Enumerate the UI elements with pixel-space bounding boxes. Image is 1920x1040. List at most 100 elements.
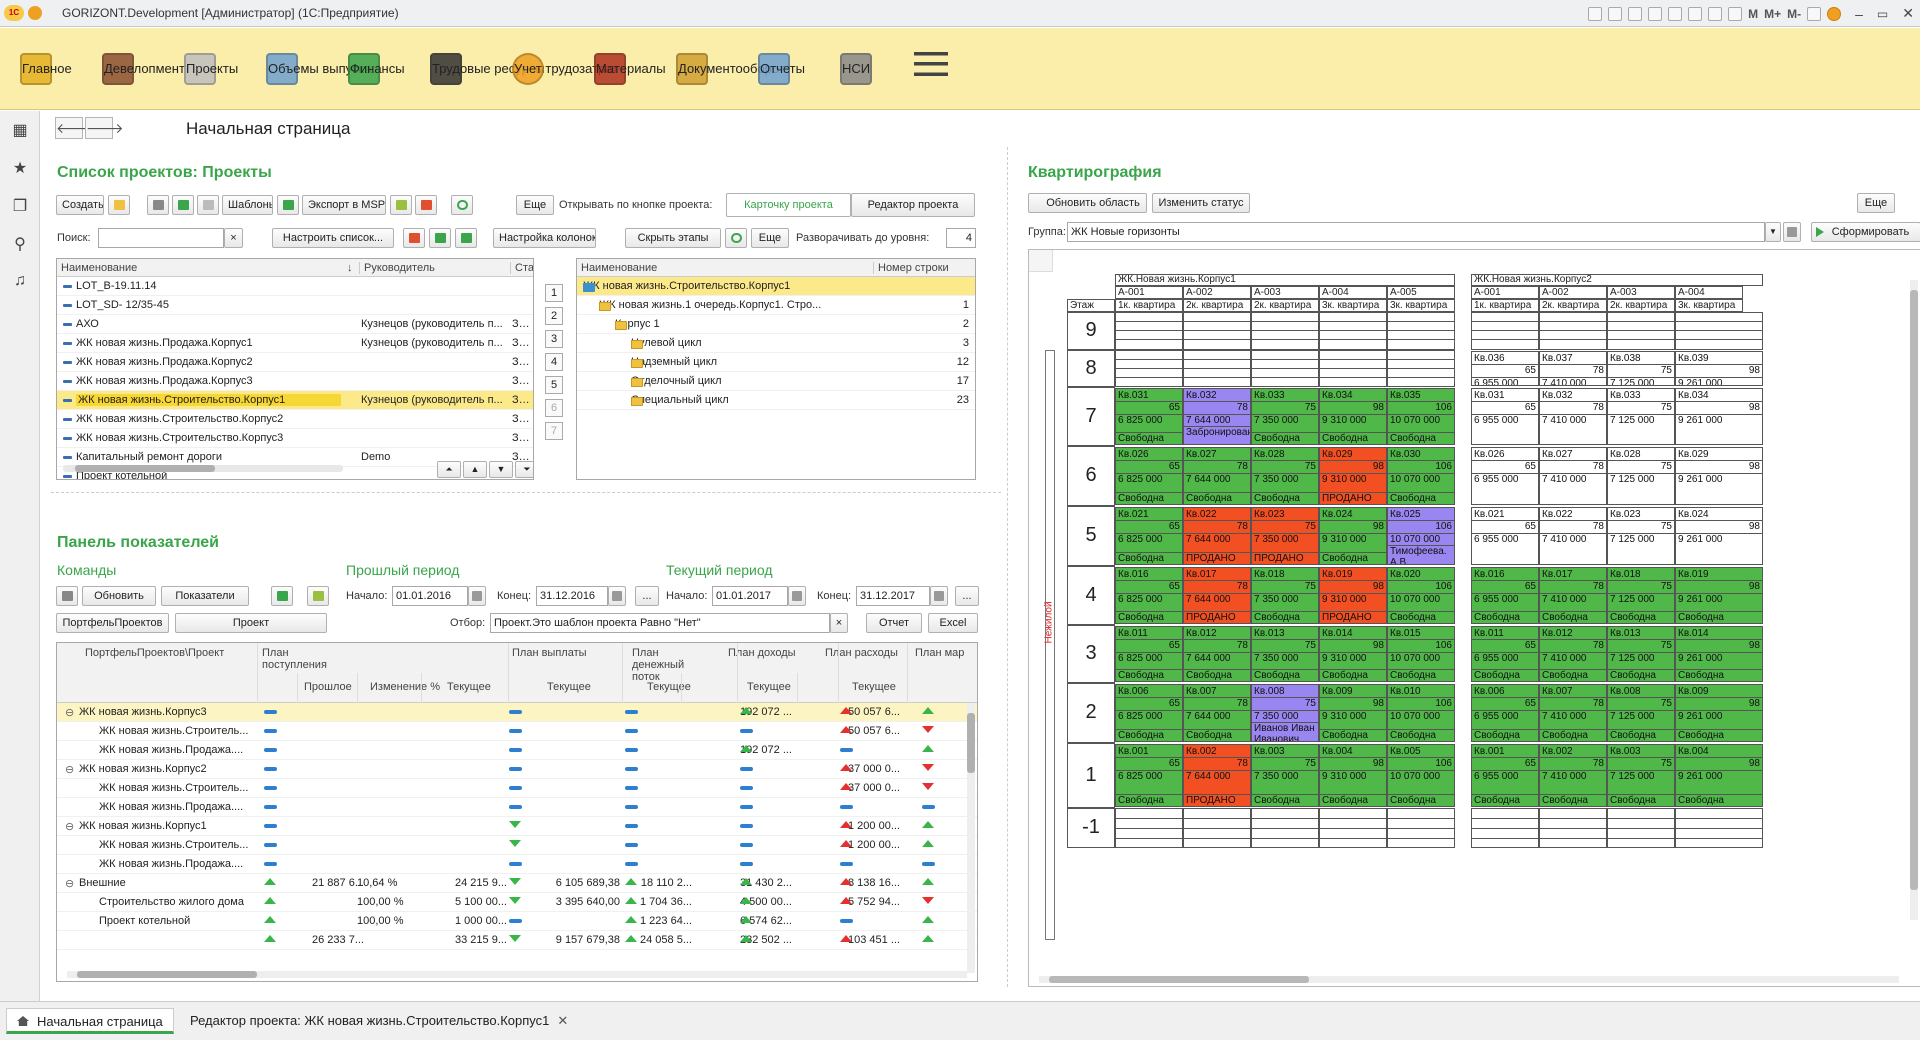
templates-button[interactable]: Шаблоны bbox=[222, 195, 273, 215]
setup-list-button[interactable]: Настроить список... bbox=[272, 228, 394, 248]
indicator-row[interactable]: ЖК новая жизнь.Продажа.... 192 072 ... bbox=[57, 741, 977, 760]
indicator-row[interactable]: ЖК новая жизнь.Строитель... 50 057 6... bbox=[57, 722, 977, 741]
table-row[interactable]: ЖК новая жизнь.Строительство.Корпус3 Запл bbox=[57, 429, 533, 448]
preview-icon[interactable] bbox=[1628, 6, 1643, 21]
apartment-cell[interactable]: Кв.019 98 9 261 000 Свободна bbox=[1675, 567, 1763, 624]
back-button[interactable]: 🡐 bbox=[55, 117, 94, 139]
collapse-icon[interactable]: ⊖ bbox=[65, 763, 74, 776]
menu-icon[interactable] bbox=[28, 6, 42, 20]
indicator-row[interactable]: ⊖ ЖК новая жизнь.Корпус2 37 000 0... bbox=[57, 760, 977, 779]
apartment-cell[interactable]: Кв.018 75 7 350 000 Свободна bbox=[1251, 567, 1319, 624]
expand-level-input[interactable]: 4 bbox=[946, 228, 976, 248]
collapse-icon[interactable]: ⊖ bbox=[65, 877, 74, 890]
report-button[interactable] bbox=[390, 195, 412, 215]
past-start-input[interactable]: 01.01.2016 bbox=[392, 586, 468, 606]
ind-sub-header[interactable]: Текущее bbox=[747, 681, 791, 693]
tree-row[interactable]: +Специальный цикл 23 bbox=[577, 391, 975, 410]
clear-search-button[interactable]: × bbox=[224, 228, 243, 248]
save-icon[interactable] bbox=[1588, 6, 1603, 21]
tree-row[interactable]: −ЖК новая жизнь.1 очередь.Корпус1. Стро.… bbox=[577, 296, 975, 315]
close-tab-icon[interactable]: ✕ bbox=[557, 1013, 568, 1028]
refresh-indicators-button[interactable]: Обновить bbox=[82, 586, 156, 606]
ind-sub-header[interactable]: Изменение % bbox=[370, 681, 440, 693]
change-status-button[interactable]: Изменить статус bbox=[1152, 193, 1250, 213]
apartment-cell[interactable]: Кв.030 106 10 070 000 Свободна bbox=[1387, 447, 1455, 505]
ind-sub-header[interactable]: Текущее bbox=[447, 681, 491, 693]
section-4[interactable]: Финансы bbox=[340, 34, 405, 104]
apartment-cell[interactable]: Кв.025 106 10 070 000 Тимофеева. А.В. bbox=[1387, 507, 1455, 565]
past-end-input[interactable]: 31.12.2016 bbox=[536, 586, 608, 606]
apartment-cell[interactable]: Кв.013 75 7 350 000 Свободна bbox=[1251, 626, 1319, 682]
apartment-cell[interactable]: Кв.032 78 7 410 000 bbox=[1539, 388, 1607, 445]
table-row[interactable]: АХО Кузнецов (руководитель п... Запл bbox=[57, 315, 533, 334]
print-icon[interactable] bbox=[1608, 6, 1623, 21]
apartment-cell[interactable]: Кв.032 78 7 644 000Забронирован а bbox=[1183, 388, 1251, 445]
layers-button[interactable] bbox=[277, 195, 299, 215]
apartment-cell[interactable]: Кв.016 65 6 825 000 Свободна bbox=[1115, 567, 1183, 624]
memory-m[interactable]: M bbox=[1748, 7, 1758, 21]
notifications-icon[interactable]: ♫ bbox=[8, 272, 32, 292]
apartment-cell[interactable]: Кв.036 65 6 955 000 bbox=[1471, 351, 1539, 386]
maximize-icon[interactable]: ▭ bbox=[1877, 7, 1888, 21]
level-button-1[interactable]: 1 bbox=[545, 284, 563, 302]
filter-clear-button[interactable] bbox=[403, 228, 425, 248]
setup-columns-button[interactable]: Настройка колонок bbox=[493, 228, 596, 248]
tree-col-number[interactable]: Номер строки bbox=[873, 262, 949, 274]
group-dropdown-icon[interactable]: ▼ bbox=[1765, 222, 1781, 242]
refresh-button[interactable] bbox=[451, 195, 473, 215]
section-3[interactable]: Объемы выпуска bbox=[258, 34, 372, 104]
ind-group-header[interactable]: План доходы bbox=[728, 647, 818, 659]
apartment-cell[interactable]: Кв.033 75 7 350 000 Свободна bbox=[1251, 388, 1319, 445]
tree-row[interactable]: +Нулевой цикл 3 bbox=[577, 334, 975, 353]
col-name[interactable]: Наименование bbox=[61, 262, 137, 274]
apartment-cell[interactable]: Кв.007 78 7 410 000 Свободна bbox=[1539, 684, 1607, 742]
indicator-row[interactable]: ЖК новая жизнь.Продажа.... bbox=[57, 855, 977, 874]
indicator-row[interactable]: ЖК новая жизнь.Строитель... 37 000 0... bbox=[57, 779, 977, 798]
excel-button[interactable]: Excel bbox=[928, 613, 978, 633]
apartment-cell[interactable]: Кв.012 78 7 410 000 Свободна bbox=[1539, 626, 1607, 682]
apartment-cell[interactable]: Кв.024 98 9 261 000 bbox=[1675, 507, 1763, 565]
info-icon[interactable] bbox=[1827, 6, 1842, 21]
apartment-cell[interactable]: Кв.026 65 6 825 000 Свободна bbox=[1115, 447, 1183, 505]
excel-import-button[interactable] bbox=[271, 586, 293, 606]
level-button-2[interactable]: 2 bbox=[545, 307, 563, 325]
search-input[interactable] bbox=[98, 228, 224, 248]
apartment-cell[interactable]: Кв.008 75 7 350 000 Иванов Иван Иванович bbox=[1251, 684, 1319, 742]
refresh-tree-button[interactable] bbox=[725, 228, 747, 248]
apartment-cell[interactable]: Кв.037 78 7 410 000 bbox=[1539, 351, 1607, 386]
apartment-cell[interactable]: Кв.002 78 7 410 000 Свободна bbox=[1539, 744, 1607, 807]
tree-row[interactable]: +Надземный цикл 12 bbox=[577, 353, 975, 372]
indicator-row[interactable]: ЖК новая жизнь.Продажа.... bbox=[57, 798, 977, 817]
apartment-cell[interactable]: Кв.004 98 9 310 000 Свободна bbox=[1319, 744, 1387, 807]
settings-section[interactable] bbox=[914, 34, 948, 104]
ind-group-header[interactable]: ПортфельПроектов\Проект bbox=[85, 647, 255, 659]
apartment-cell[interactable]: Кв.001 65 6 955 000 Свободна bbox=[1471, 744, 1539, 807]
hide-stages-button[interactable]: Скрыть этапы bbox=[625, 228, 721, 248]
apartment-cell[interactable]: Кв.038 75 7 125 000 bbox=[1607, 351, 1675, 386]
group-open-button[interactable] bbox=[1783, 222, 1801, 242]
indicator-row[interactable]: ⊖ Внешние 21 887 6... 10,64 % 24 215 9... 6 1… bbox=[57, 874, 977, 893]
apartment-cell[interactable]: Кв.009 98 9 310 000 Свободна bbox=[1319, 684, 1387, 742]
indicator-row[interactable]: ⊖ ЖК новая жизнь.Корпус1 1 200 00... bbox=[57, 817, 977, 836]
section-9[interactable]: Отчеты bbox=[750, 34, 805, 104]
open-folder-button[interactable] bbox=[108, 195, 130, 215]
past-end-calendar-icon[interactable] bbox=[608, 586, 626, 606]
card-mode-button[interactable]: Карточку проекта bbox=[726, 193, 851, 217]
memory-m-plus[interactable]: M+ bbox=[1764, 7, 1781, 21]
col-status[interactable]: Стат bbox=[510, 262, 533, 274]
apartment-cell[interactable]: Кв.006 65 6 825 000 Свободна bbox=[1115, 684, 1183, 742]
apartment-cell[interactable]: Кв.015 106 10 070 000 Свободна bbox=[1387, 626, 1455, 682]
apartment-cell[interactable]: Кв.018 75 7 125 000 Свободна bbox=[1607, 567, 1675, 624]
section-2[interactable]: Проекты bbox=[176, 34, 238, 104]
export-msp-button[interactable]: Экспорт в MSP bbox=[302, 195, 386, 215]
tab-home[interactable]: Начальная страница bbox=[6, 1008, 174, 1034]
apartment-cell[interactable]: Кв.002 78 7 644 000 ПРОДАНО bbox=[1183, 744, 1251, 807]
settings-button[interactable] bbox=[56, 586, 78, 606]
apartment-cell[interactable]: Кв.035 106 10 070 000 Свободна bbox=[1387, 388, 1455, 445]
apartment-cell[interactable]: Кв.003 75 7 125 000 Свободна bbox=[1607, 744, 1675, 807]
apartment-cell[interactable]: Кв.026 65 6 955 000 bbox=[1471, 447, 1539, 505]
indicator-row[interactable]: Проект котельной 100,00 % 1 000 00... 1 223… bbox=[57, 912, 977, 931]
ind-group-header[interactable]: План мар bbox=[915, 647, 977, 659]
apartment-cell[interactable]: Кв.005 106 10 070 000 Свободна bbox=[1387, 744, 1455, 807]
apartment-cell[interactable]: Кв.012 78 7 644 000 Свободна bbox=[1183, 626, 1251, 682]
